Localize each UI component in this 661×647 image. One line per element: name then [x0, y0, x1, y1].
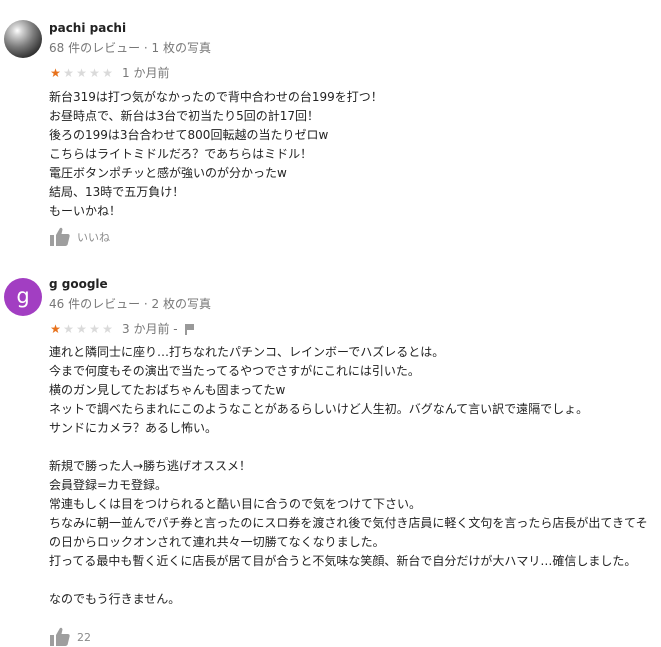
like-button[interactable]: 22: [49, 627, 91, 647]
review-card: pachi pachi 68 件のレビュー · 1 枚の写真 ★ ★ ★ ★ ★…: [0, 0, 661, 262]
star-filled-icon: ★: [50, 322, 61, 336]
star-filled-icon: ★: [50, 66, 61, 80]
thumbs-up-icon: [50, 227, 70, 246]
star-empty-icon: ★: [89, 322, 100, 336]
flag-icon[interactable]: [184, 323, 196, 335]
star-empty-icon: ★: [76, 66, 87, 80]
star-empty-icon: ★: [102, 322, 113, 336]
star-empty-icon: ★: [102, 66, 113, 80]
reviewer-avatar[interactable]: [4, 20, 42, 58]
rating-row: ★ ★ ★ ★ ★ 3 か月前 -: [49, 322, 196, 336]
reviewer-name[interactable]: g google: [49, 277, 108, 291]
review-card: g g google 46 件のレビュー · 2 枚の写真 ★ ★ ★ ★ ★ …: [0, 262, 661, 646]
reviewer-meta[interactable]: 46 件のレビュー · 2 枚の写真: [49, 295, 211, 312]
like-label: いいね: [77, 231, 110, 244]
like-button[interactable]: いいね: [49, 227, 110, 247]
review-text: 新台319は打つ気がなかったので背中合わせの台199を打つ！ お昼時点で、新台は…: [49, 90, 383, 218]
thumbs-up-icon: [50, 627, 70, 646]
reviewer-name[interactable]: pachi pachi: [49, 21, 126, 35]
rating-row: ★ ★ ★ ★ ★ 1 か月前: [49, 66, 169, 80]
star-empty-icon: ★: [63, 66, 74, 80]
review-age: 3 か月前 -: [122, 322, 178, 336]
review-text: 連れと隣同士に座り…打ちなれたパチンコ、レインボーでハズレるとは。 今まで何度も…: [49, 345, 648, 606]
star-empty-icon: ★: [76, 322, 87, 336]
like-count: 22: [77, 630, 91, 644]
review-age: 1 か月前: [122, 66, 170, 80]
reviewer-meta[interactable]: 68 件のレビュー · 1 枚の写真: [49, 39, 211, 56]
star-empty-icon: ★: [89, 66, 100, 80]
star-empty-icon: ★: [63, 322, 74, 336]
reviewer-avatar[interactable]: g: [4, 278, 42, 316]
